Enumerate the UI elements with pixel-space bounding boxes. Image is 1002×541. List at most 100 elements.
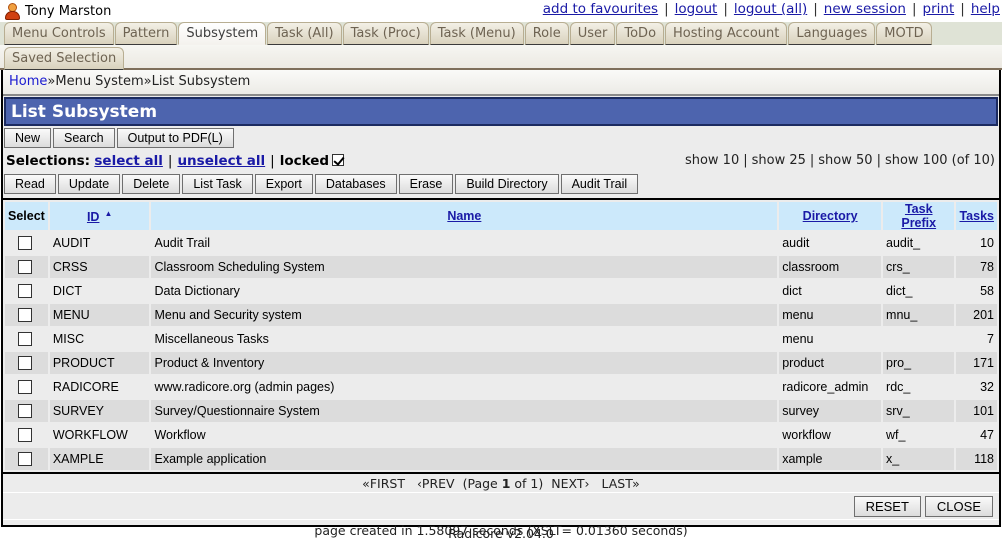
cell-id: WORKFLOW xyxy=(49,424,150,446)
sort-by-name-link[interactable]: Name xyxy=(447,209,481,223)
cell-tasks: 171 xyxy=(956,352,997,374)
cell-select xyxy=(5,232,48,254)
selections-label: Selections: xyxy=(6,153,91,169)
tab-menu-controls[interactable]: Menu Controls xyxy=(4,22,114,45)
databases-button[interactable]: Databases xyxy=(314,174,397,194)
table-row[interactable]: RADICORE www.radicore.org (admin pages) ra… xyxy=(5,376,997,398)
logout-all-link[interactable]: logout (all) xyxy=(734,1,807,17)
tab-languages[interactable]: Languages xyxy=(788,22,876,45)
show-25-link[interactable]: show 25 xyxy=(752,153,806,168)
sort-by-directory-link[interactable]: Directory xyxy=(803,209,858,223)
table-row[interactable]: XAMPLE Example application xample x_ 118 xyxy=(5,448,997,470)
tab-hosting-account[interactable]: Hosting Account xyxy=(665,22,788,45)
close-button[interactable]: CLOSE xyxy=(924,496,993,517)
sort-ascending-icon: ▲ xyxy=(104,208,113,218)
delete-button[interactable]: Delete xyxy=(122,174,181,194)
table-row[interactable]: WORKFLOW Workflow workflow wf_ 47 xyxy=(5,424,997,446)
column-header-task-prefix[interactable]: Task Prefix xyxy=(883,202,955,230)
row-select-checkbox[interactable] xyxy=(18,308,32,323)
tab-motd[interactable]: MOTD xyxy=(876,22,932,45)
tab-todo[interactable]: ToDo xyxy=(616,22,665,45)
column-header-id[interactable]: ID ▲ xyxy=(49,202,150,230)
column-header-name[interactable]: Name xyxy=(151,202,778,230)
logout-link[interactable]: logout xyxy=(675,1,718,17)
cell-directory: menu xyxy=(779,304,882,326)
form-action-bar: RESET CLOSE xyxy=(3,492,999,519)
tab-user[interactable]: User xyxy=(569,22,616,45)
show-100-link[interactable]: show 100 xyxy=(885,153,948,168)
sort-by-tasks-link[interactable]: Tasks xyxy=(959,209,994,223)
output-to-pdf-button[interactable]: Output to PDF(L) xyxy=(116,128,234,148)
column-header-directory[interactable]: Directory xyxy=(779,202,882,230)
row-select-checkbox[interactable] xyxy=(18,404,32,419)
prev-page-link[interactable]: ‹PREV xyxy=(417,476,455,491)
cell-select xyxy=(5,328,48,350)
help-link[interactable]: help xyxy=(971,1,1000,17)
new-button[interactable]: New xyxy=(4,128,52,148)
tab-saved-selection[interactable]: Saved Selection xyxy=(4,47,125,70)
show-50-link[interactable]: show 50 xyxy=(818,153,872,168)
cell-name: Data Dictionary xyxy=(151,280,778,302)
build-directory-button[interactable]: Build Directory xyxy=(455,174,559,194)
user-icon xyxy=(4,3,20,20)
cell-tasks: 7 xyxy=(956,328,997,350)
tab-task-proc[interactable]: Task (Proc) xyxy=(342,22,429,45)
breadcrumb-home-link[interactable]: Home xyxy=(9,74,47,89)
tab-pattern[interactable]: Pattern xyxy=(114,22,178,45)
sort-by-id-link[interactable]: ID xyxy=(87,210,100,224)
next-page-link[interactable]: NEXT› xyxy=(551,476,589,491)
erase-button[interactable]: Erase xyxy=(398,174,454,194)
table-row[interactable]: PRODUCT Product & Inventory product pro_ 171 xyxy=(5,352,997,374)
tab-task-all[interactable]: Task (All) xyxy=(267,22,342,45)
reset-button[interactable]: RESET xyxy=(853,496,921,517)
cell-name: Menu and Security system xyxy=(151,304,778,326)
tab-task-menu[interactable]: Task (Menu) xyxy=(429,22,524,45)
sort-by-task-prefix-link[interactable]: Task Prefix xyxy=(901,202,936,230)
cell-select xyxy=(5,448,48,470)
cell-task-prefix: srv_ xyxy=(883,400,955,422)
table-header-row: Select ID ▲ Name Directory Task Prefix Ta… xyxy=(5,202,997,230)
tab-subsystem[interactable]: Subsystem xyxy=(178,22,267,45)
audit-trail-button[interactable]: Audit Trail xyxy=(560,174,639,194)
row-select-checkbox[interactable] xyxy=(18,284,32,299)
current-page: 1 xyxy=(501,476,511,491)
row-select-checkbox[interactable] xyxy=(18,452,32,467)
read-button[interactable]: Read xyxy=(4,174,56,194)
table-row[interactable]: MENU Menu and Security system menu mnu_ 201 xyxy=(5,304,997,326)
select-all-link[interactable]: select all xyxy=(94,153,163,169)
row-select-checkbox[interactable] xyxy=(18,356,32,371)
print-link[interactable]: print xyxy=(923,1,955,17)
cell-directory: xample xyxy=(779,448,882,470)
row-select-checkbox[interactable] xyxy=(18,260,32,275)
table-row[interactable]: DICT Data Dictionary dict dict_ 58 xyxy=(5,280,997,302)
update-button[interactable]: Update xyxy=(57,174,121,194)
add-to-favourites-link[interactable]: add to favourites xyxy=(543,1,658,17)
unselect-all-link[interactable]: unselect all xyxy=(177,153,265,169)
cell-tasks: 10 xyxy=(956,232,997,254)
cell-name: Audit Trail xyxy=(151,232,778,254)
cell-id: XAMPLE xyxy=(49,448,150,470)
navigation-tab-bar: Saved Selection xyxy=(0,45,1002,70)
cell-task-prefix: x_ xyxy=(883,448,955,470)
export-button[interactable]: Export xyxy=(254,174,313,194)
table-row[interactable]: SURVEY Survey/Questionnaire System survey s… xyxy=(5,400,997,422)
table-row[interactable]: CRSS Classroom Scheduling System classroom… xyxy=(5,256,997,278)
pagination: «FIRST ‹PREV (Page 1 of 1) NEXT› LAST» xyxy=(3,472,999,492)
search-button[interactable]: Search xyxy=(53,128,115,148)
row-select-checkbox[interactable] xyxy=(18,380,32,395)
last-page-link[interactable]: LAST» xyxy=(601,476,639,491)
show-10-link[interactable]: show 10 xyxy=(685,153,739,168)
list-task-button[interactable]: List Task xyxy=(182,174,253,194)
breadcrumb-menu-system: Menu System xyxy=(55,74,144,89)
new-session-link[interactable]: new session xyxy=(824,1,906,17)
locked-checkbox[interactable] xyxy=(332,154,345,166)
row-select-checkbox[interactable] xyxy=(18,332,32,347)
tab-role[interactable]: Role xyxy=(524,22,569,45)
table-row[interactable]: AUDIT Audit Trail audit audit_ 10 xyxy=(5,232,997,254)
first-page-link[interactable]: «FIRST xyxy=(362,476,405,491)
column-header-tasks[interactable]: Tasks xyxy=(956,202,997,230)
table-row[interactable]: MISC Miscellaneous Tasks menu 7 xyxy=(5,328,997,350)
cell-select xyxy=(5,256,48,278)
row-select-checkbox[interactable] xyxy=(18,428,32,443)
row-select-checkbox[interactable] xyxy=(18,236,32,251)
